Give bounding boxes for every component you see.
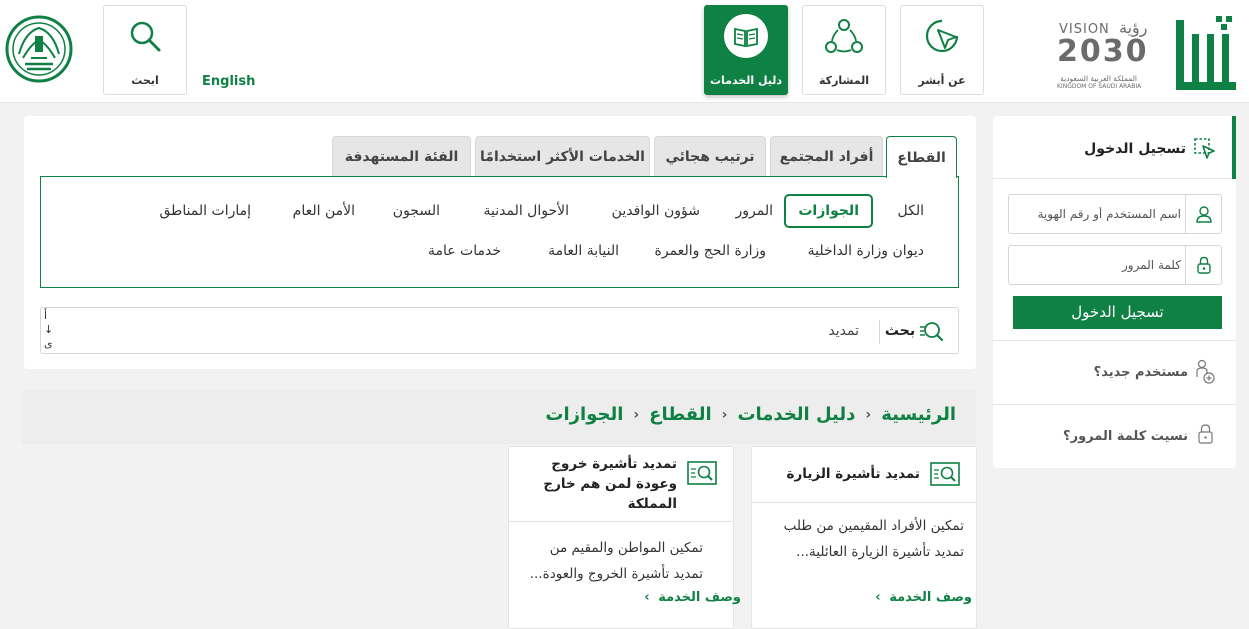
tab-target-group[interactable]: الفئة المستهدفة (332, 136, 471, 176)
lock-reset-icon (1196, 423, 1216, 449)
login-panel: تسجيل الدخول تسجيل الدخول مستخدم جديد؟ ن… (993, 116, 1236, 468)
new-user-link[interactable]: مستخدم جديد؟ (1094, 365, 1188, 380)
nav-services-guide-label: دليل الخدمات (709, 74, 783, 87)
service-search-bar: أ ↓ ى بحث (40, 307, 959, 354)
nav-search-label: ابحث (131, 74, 159, 87)
service-description: تمكين الأفراد المقيمين من طلب تمديد تأشي… (783, 518, 964, 560)
service-card[interactable]: تمديد تأشيرة الزيارة تمكين الأفراد المقي… (751, 446, 977, 629)
sector-general-services[interactable]: خدمات عامة (428, 243, 501, 259)
password-field (1008, 245, 1222, 285)
sector-passports[interactable]: الجوازات (784, 194, 873, 228)
password-input[interactable] (1013, 252, 1181, 278)
sort-direction-indicator[interactable]: أ ↓ ى (44, 309, 53, 351)
breadcrumb-separator-icon: ‹ (865, 406, 872, 423)
vision-2030-logo: VISION رؤية 2030 المملكة العربية السعودي… (1057, 18, 1149, 90)
service-title[interactable]: تمديد تأشيرة خروج وعودة لمن هم خارج المم… (527, 454, 677, 514)
service-card-header: تمديد تأشيرة الزيارة (752, 447, 976, 503)
service-search-input[interactable] (241, 317, 859, 345)
sector-panel: الكل الجوازات المرور شؤون الوافدين الأحو… (40, 176, 959, 288)
tab-community-members[interactable]: أفراد المجتمع (770, 136, 883, 176)
search-label: بحث (884, 323, 916, 339)
login-accent-bar (1232, 116, 1236, 179)
breadcrumb-home[interactable]: الرئيسية (881, 404, 956, 425)
login-header: تسجيل الدخول (993, 116, 1236, 179)
breadcrumb-separator-icon: ‹ (721, 406, 728, 423)
service-search-icon (930, 460, 960, 492)
breadcrumb: الرئيسية ‹ دليل الخدمات ‹ القطاع ‹ الجوا… (545, 404, 956, 425)
chevron-left-icon: › (875, 590, 881, 605)
forgot-password-link[interactable]: نسيت كلمة المرور؟ (1063, 429, 1188, 444)
add-user-icon (1194, 359, 1216, 389)
sector-public-prosecution[interactable]: النيابة العامة (548, 243, 619, 259)
lock-icon (1185, 246, 1221, 284)
about-cursor-icon (901, 16, 983, 56)
breadcrumb-services-guide[interactable]: دليل الخدمات (737, 404, 855, 425)
book-icon (705, 14, 787, 58)
service-description-link[interactable]: وصف الخدمة › (509, 590, 741, 605)
tab-most-used[interactable]: الخدمات الأكثر استخدامًا (475, 136, 650, 176)
participation-icon (803, 16, 885, 56)
search-document-icon[interactable] (919, 319, 944, 347)
absher-logo[interactable] (1172, 16, 1240, 92)
nav-participation-tile[interactable]: المشاركة (802, 5, 886, 95)
sector-all[interactable]: الكل (898, 203, 925, 219)
nav-about-tile[interactable]: عن أبشر (900, 5, 984, 95)
service-card[interactable]: تمديد تأشيرة خروج وعودة لمن هم خارج المم… (508, 446, 741, 629)
nav-search-tile[interactable]: ابحث (103, 5, 187, 95)
sector-expatriate-affairs[interactable]: شؤون الوافدين (612, 203, 700, 219)
breadcrumb-separator-icon: ‹ (633, 406, 640, 423)
service-description-link[interactable]: وصف الخدمة › (752, 590, 972, 605)
search-icon (104, 16, 186, 56)
forgot-password-row[interactable]: نسيت كلمة المرور؟ (993, 404, 1236, 468)
tab-alphabetical[interactable]: ترتيب هجائي (654, 136, 766, 176)
sector-civil-affairs[interactable]: الأحوال المدنية (484, 203, 570, 219)
service-title[interactable]: تمديد تأشيرة الزيارة (770, 464, 920, 484)
breadcrumb-sector[interactable]: القطاع (649, 404, 711, 425)
english-language-link[interactable]: English (202, 74, 255, 89)
sector-interior-ministry-office[interactable]: ديوان وزارة الداخلية (808, 243, 924, 259)
services-filter-card: الفئة المستهدفة الخدمات الأكثر استخدامًا… (24, 116, 976, 369)
nav-services-guide-tile[interactable]: دليل الخدمات (704, 5, 788, 95)
nav-about-label: عن أبشر (918, 74, 966, 87)
breadcrumb-current: الجوازات (545, 404, 624, 425)
tab-sector[interactable]: القطاع (886, 136, 957, 178)
service-search-icon (687, 459, 717, 491)
username-input[interactable] (1013, 201, 1181, 227)
top-header: ابحث English دليل الخدمات المشاركة عن أب… (0, 0, 1249, 103)
sector-hajj-umrah-ministry[interactable]: وزارة الحج والعمرة (655, 243, 766, 259)
breadcrumb-bar: الرئيسية ‹ دليل الخدمات ‹ القطاع ‹ الجوا… (22, 390, 976, 444)
new-user-row[interactable]: مستخدم جديد؟ (993, 340, 1236, 404)
sector-traffic[interactable]: المرور (736, 203, 774, 219)
login-cursor-icon (1194, 138, 1216, 164)
login-button[interactable]: تسجيل الدخول (1013, 296, 1222, 329)
username-field (1008, 194, 1222, 234)
sector-prisons[interactable]: السجون (393, 203, 440, 219)
ministry-emblem-logo[interactable] (5, 14, 73, 84)
nav-participation-label: المشاركة (819, 74, 869, 87)
sector-regional-emirates[interactable]: إمارات المناطق (160, 203, 252, 219)
service-card-header: تمديد تأشيرة خروج وعودة لمن هم خارج المم… (509, 447, 733, 522)
user-icon (1185, 195, 1221, 233)
login-title: تسجيل الدخول (1084, 141, 1186, 157)
chevron-left-icon: › (644, 590, 650, 605)
service-description: تمكين المواطن والمقيم من تمديد تأشيرة ال… (529, 540, 703, 582)
sector-public-security[interactable]: الأمن العام (293, 203, 355, 219)
